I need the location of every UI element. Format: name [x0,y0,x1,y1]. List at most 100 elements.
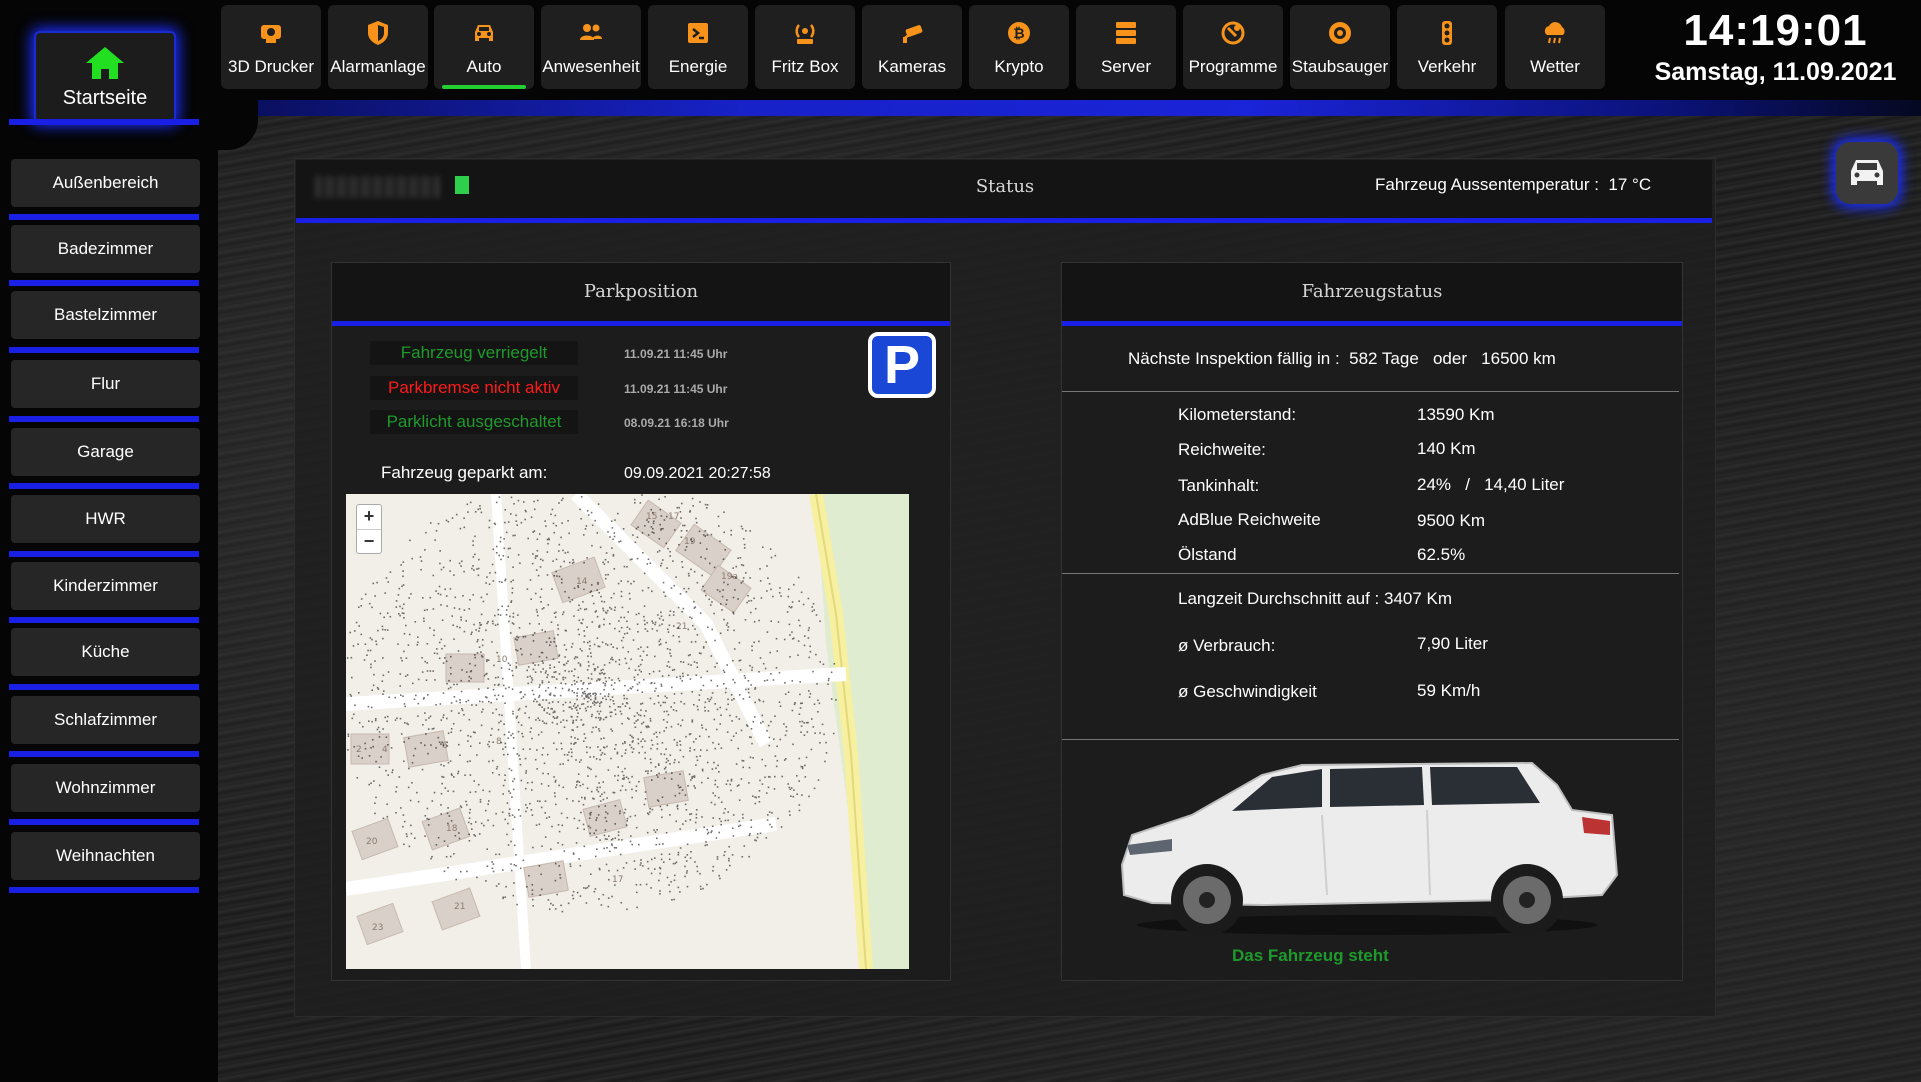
divider [1062,391,1679,392]
shield-icon [368,21,388,45]
tab-wetter[interactable]: Wetter [1505,5,1605,89]
tab-verkehr[interactable]: Verkehr [1397,5,1497,89]
room-button-badezimmer[interactable]: Badezimmer [11,225,200,273]
energy-icon [688,23,708,43]
tab-energie[interactable]: Energie [648,5,748,89]
divider [1062,573,1679,574]
house-number: 18 [446,824,458,834]
parked-label: Fahrzeug geparkt am: [381,463,548,482]
parking-card-accent [332,321,950,326]
online-indicator [455,176,469,194]
stat-value-range: 140 Km [1417,439,1476,458]
blurred-vehicle-name [316,176,442,198]
room-button-aussenbereich[interactable]: Außenbereich [11,159,200,207]
inspection-label: Nächste Inspektion fällig in : [1128,349,1340,368]
separator [9,119,199,125]
tab-staubsauger[interactable]: Staubsauger [1290,5,1390,89]
tab-label: Server [1100,57,1152,76]
stat-value-oil: 62.5% [1417,545,1466,564]
zoom-in-button[interactable]: + [357,505,381,530]
lock-status: Fahrzeug verriegelt [370,341,578,365]
weather-icon [1544,22,1565,44]
stat-label-mileage: Kilometerstand: [1178,405,1297,424]
tab-programme[interactable]: Programme [1183,5,1283,89]
stat-label-tank: Tankinhalt: [1178,476,1260,495]
car-icon [475,25,493,41]
people-icon [580,24,602,40]
inspection-row: Nächste Inspektion fällig in : 582 Tage … [1128,349,1556,369]
tab-label: Wetter [1530,57,1580,76]
room-button-wohnzimmer[interactable]: Wohnzimmer [11,764,200,812]
tab-label: Alarmanlage [330,57,426,76]
tab-3d-drucker[interactable]: 3D Drucker [221,5,321,89]
tab-alarmanlage[interactable]: Alarmanlage [328,5,428,89]
room-button-kinderzimmer[interactable]: Kinderzimmer [11,562,200,610]
car-icon [1851,160,1883,185]
parked-value: 09.09.2021 20:27:58 [624,465,771,482]
house-number: 19 [684,537,696,547]
house-number: 17 [668,512,679,522]
stat-label-speed: ø Geschwindigkeit [1178,682,1317,701]
stat-label-consumption: ø Verbrauch: [1178,636,1276,655]
parking-brake-status: Parkbremse nicht aktiv [370,376,578,400]
tab-server[interactable]: Server [1076,5,1176,89]
tab-kameras[interactable]: Kameras [862,5,962,89]
svg-text:₿: ₿ [1013,26,1024,42]
lock-status-text: Fahrzeug verriegelt [400,343,548,362]
stat-label-range: Reichweite: [1178,440,1266,459]
tab-anwesenheit[interactable]: Anwesenheit [541,5,641,89]
stat-value-adblue: 9500 Km [1417,511,1486,530]
tab-label: Energie [668,57,728,76]
tab-krypto[interactable]: ₿ Krypto [969,5,1069,89]
tab-label: Verkehr [1417,57,1477,76]
stat-label-oil: Ölstand [1178,545,1237,564]
room-button-bastelzimmer[interactable]: Bastelzimmer [11,291,200,339]
stat-value-consumption: 7,90 Liter [1417,634,1488,653]
clock: 14:19:01 Samstag, 11.09.2021 [1630,6,1921,87]
sidebar: Startseite Außenbereich Badezimmer Baste… [0,0,218,1082]
parking-icon-letter: P [883,335,921,395]
tab-auto[interactable]: Auto [434,5,534,89]
house-number: 21 [454,902,465,912]
server-icon [1116,22,1136,44]
inspection-km: 16500 km [1481,349,1556,368]
zoom-out-button[interactable]: − [357,530,381,554]
tab-label: Kameras [877,57,947,76]
tab-label: Krypto [994,57,1044,76]
parking-map[interactable]: 15 17 19 19a 14 21 10 8 6 2 4 20 18 23 2… [346,494,909,969]
separator [9,751,199,757]
outside-temp-label: Fahrzeug Aussentemperatur : [1375,175,1599,194]
printer-icon [261,25,281,43]
stat-label-adblue: AdBlue Reichweite [1178,510,1321,529]
house-number: 23 [372,923,383,933]
home-button[interactable]: Startseite [34,31,176,123]
room-button-weihnachten[interactable]: Weihnachten [11,832,200,880]
separator [9,819,199,825]
parking-light-time: 08.09.21 16:18 Uhr [624,416,729,430]
vacuum-icon [1329,22,1351,44]
parking-card-title: Parkposition [583,281,699,302]
camera-icon [903,25,923,43]
house-number: 10 [496,655,508,665]
home-icon [86,46,124,79]
house-number: 21 [676,622,687,632]
house-number: 20 [366,837,378,847]
room-button-schlafzimmer[interactable]: Schlafzimmer [11,696,200,744]
tab-fritz-box[interactable]: Fritz Box [755,5,855,89]
stat-value-mileage: 13590 Km [1417,405,1495,424]
parking-light-status: Parklicht ausgeschaltet [370,410,578,434]
separator [9,551,199,557]
car-avatar-button[interactable] [1836,142,1898,204]
room-button-kueche[interactable]: Küche [11,628,200,676]
tab-label: Programme [1188,57,1278,76]
router-icon [795,24,815,44]
house-number: 2 [356,745,362,755]
programs-icon [1221,21,1245,45]
inspection-days: 582 Tage [1349,349,1419,368]
room-button-garage[interactable]: Garage [11,428,200,476]
room-button-hwr[interactable]: HWR [11,495,200,543]
room-button-flur[interactable]: Flur [11,360,200,408]
status-title: Status [975,176,1035,197]
separator [9,416,199,422]
inspection-or: oder [1432,349,1467,368]
